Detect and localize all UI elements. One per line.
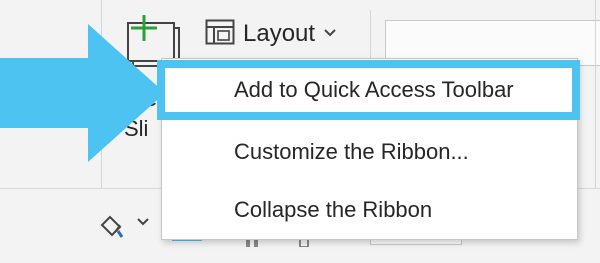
ribbon-separator (595, 0, 596, 188)
menu-item-collapse-ribbon[interactable]: Collapse the Ribbon (162, 181, 577, 239)
context-menu: Add to Quick Access Toolbar Customize th… (161, 58, 578, 240)
layout-label: Layout (243, 20, 316, 47)
menu-item-label: Customize the Ribbon... (234, 139, 469, 164)
chevron-down-icon[interactable] (136, 214, 150, 230)
layout-button[interactable]: Layout (205, 16, 337, 52)
chevron-down-icon (323, 25, 337, 43)
format-painter-icon[interactable] (98, 211, 128, 241)
menu-item-label: Collapse the Ribbon (234, 197, 433, 222)
menu-item-label: Add to Quick Access Toolbar (234, 77, 514, 102)
arrow-pointer-icon (0, 24, 170, 162)
layout-icon (205, 19, 235, 50)
menu-item-customize-ribbon[interactable]: Customize the Ribbon... (162, 123, 577, 181)
menu-item-add-to-quick-access-toolbar[interactable]: Add to Quick Access Toolbar (162, 59, 577, 121)
